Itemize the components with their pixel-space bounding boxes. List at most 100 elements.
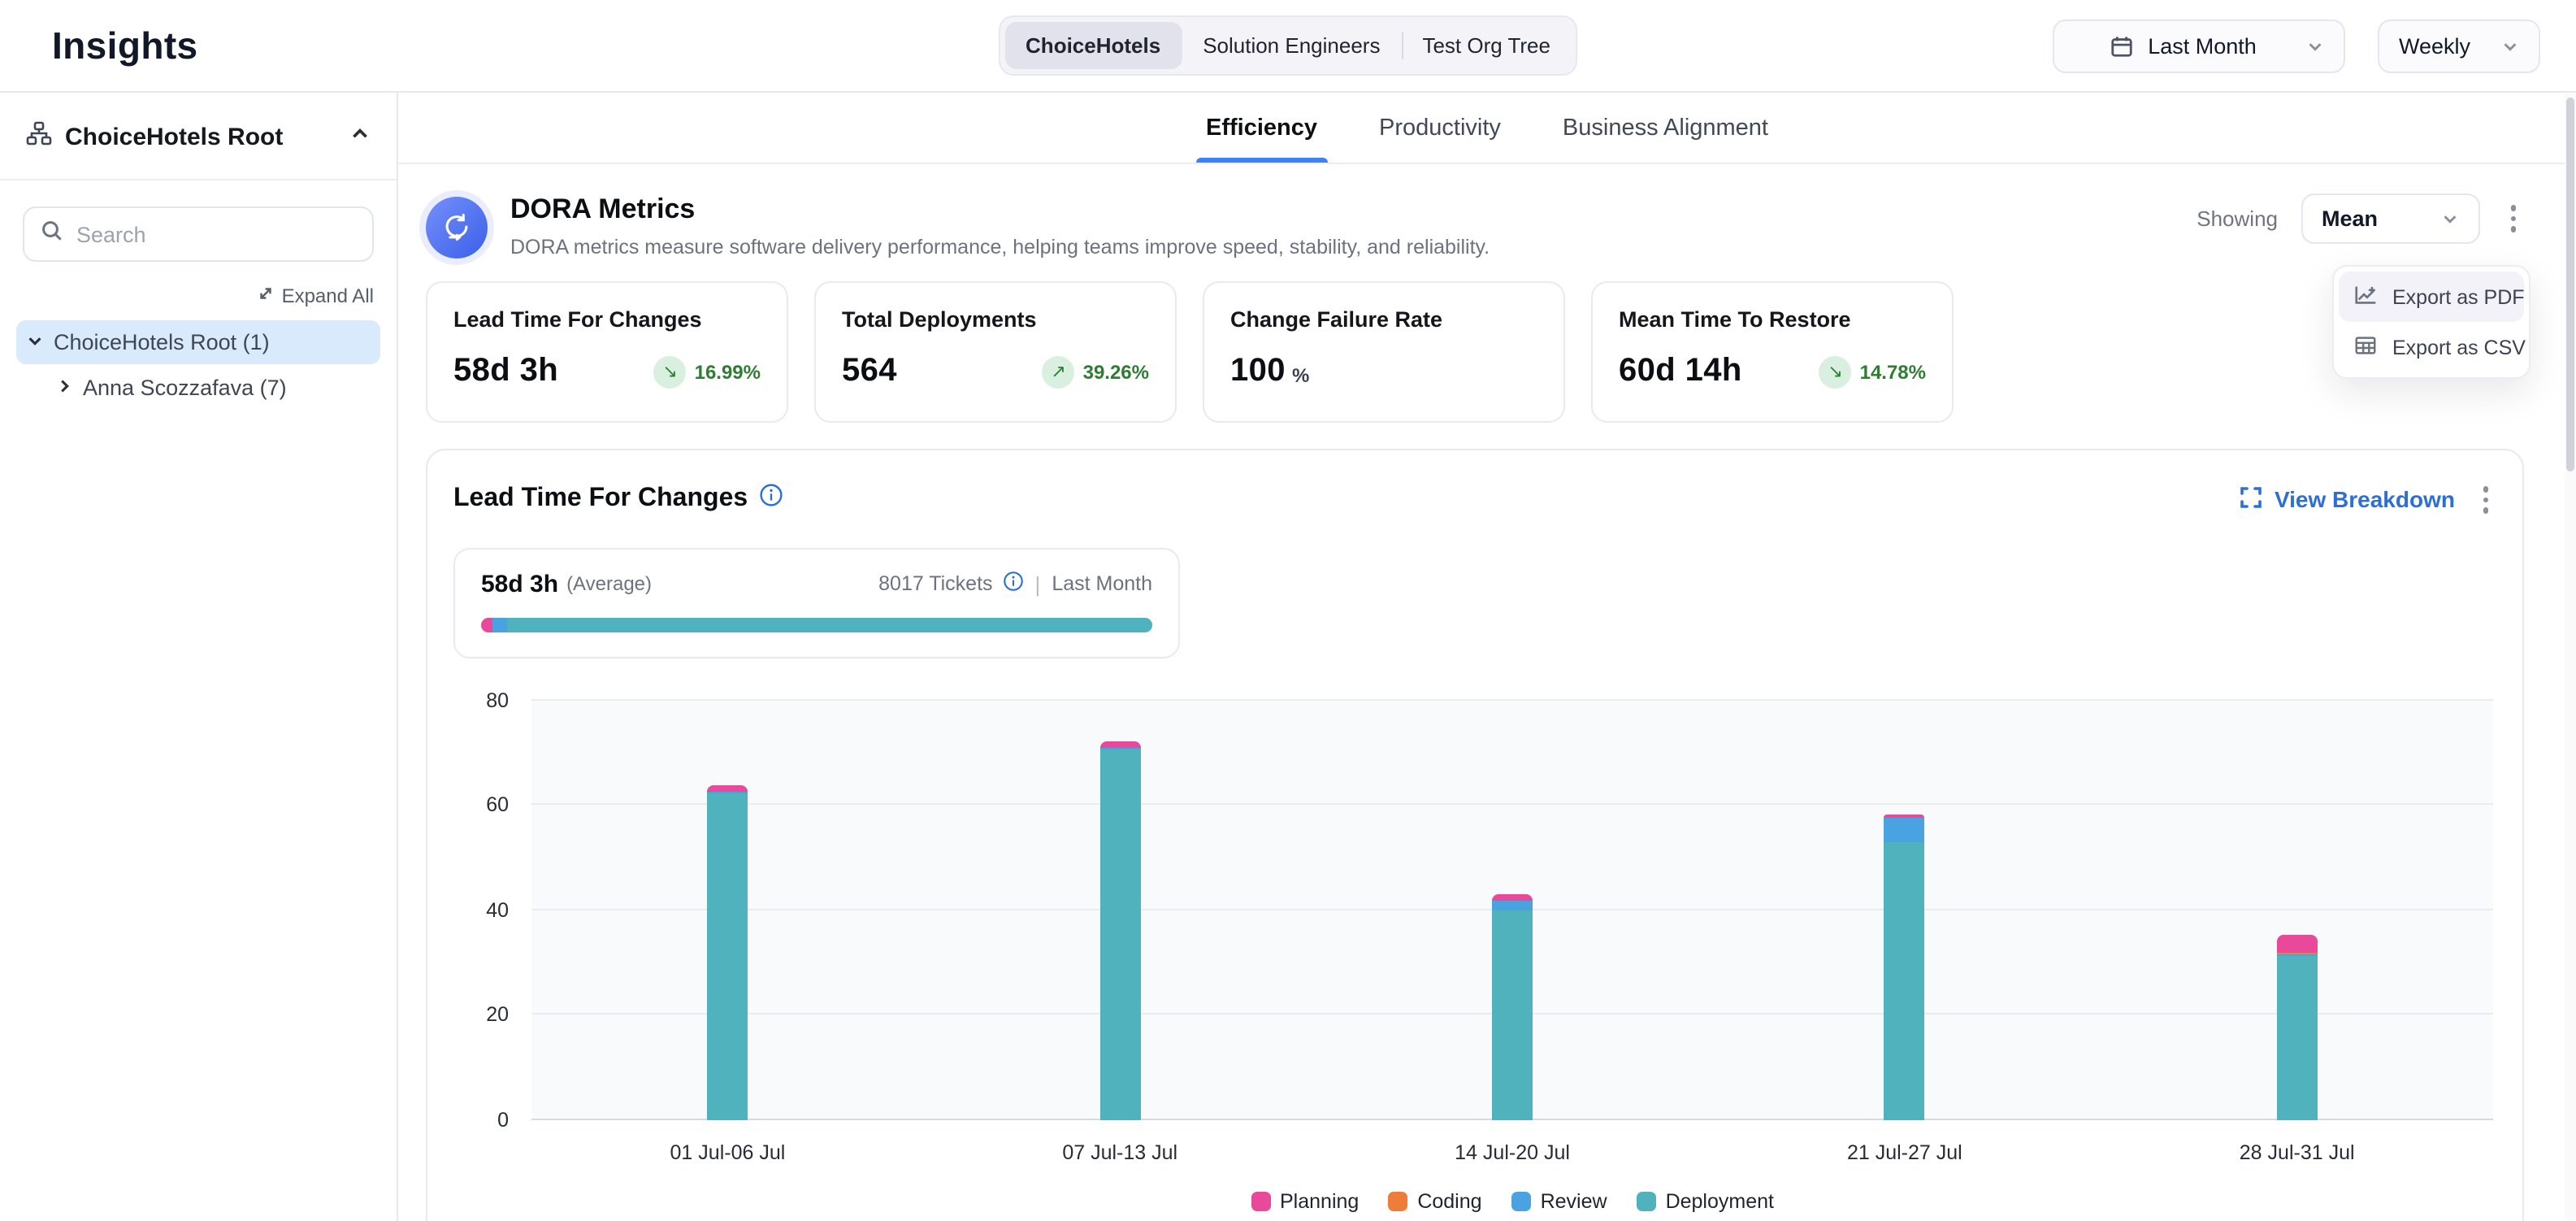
- legend-label: Review: [1541, 1189, 1607, 1212]
- summary-period: Last Month: [1052, 572, 1152, 595]
- metric-card-mean-time-to-restore: Mean Time To Restore 60d 14h ↘ 14.78%: [1591, 281, 1954, 423]
- dora-cycle-icon: [426, 197, 488, 259]
- bar-slot: [2101, 700, 2493, 1119]
- menu-item-export-csv[interactable]: Export as CSV: [2339, 322, 2524, 372]
- stacked-bar[interactable]: [707, 700, 748, 1119]
- metric-card-change-failure-rate: Change Failure Rate 100 %: [1203, 281, 1565, 423]
- tab-efficiency[interactable]: Efficiency: [1203, 115, 1321, 163]
- bar-segment-deployment: [1099, 750, 1140, 1119]
- tree-node-root[interactable]: ChoiceHotels Root (1): [16, 320, 380, 364]
- tickets-count: 8017 Tickets: [878, 572, 992, 595]
- collapse-chevron-icon[interactable]: [349, 123, 371, 152]
- section-overflow-menu-button[interactable]: [2474, 476, 2496, 523]
- scrollbar-thumb[interactable]: [2566, 98, 2574, 471]
- bar-segment-review: [1492, 901, 1533, 910]
- lead-time-section: Lead Time For Changes: [426, 449, 2524, 1221]
- aggregation-select[interactable]: Mean: [2301, 193, 2479, 244]
- chart-x-labels: 01 Jul-06 Jul07 Jul-13 Jul14 Jul-20 Jul2…: [531, 1141, 2493, 1163]
- chevron-right-icon[interactable]: [55, 376, 73, 400]
- y-axis-tick: 80: [486, 689, 509, 711]
- granularity-select[interactable]: Weekly: [2378, 19, 2540, 72]
- expand-all-icon: [258, 285, 275, 307]
- tab-productivity[interactable]: Productivity: [1376, 115, 1504, 163]
- y-axis-tick: 40: [486, 898, 509, 921]
- separator: |: [1035, 571, 1041, 596]
- section-title: Lead Time For Changes: [453, 485, 748, 515]
- page-title: Insights: [52, 24, 198, 67]
- org-tab-choicehotels[interactable]: ChoiceHotels: [1004, 22, 1182, 69]
- y-axis-tick: 20: [486, 1003, 509, 1026]
- summary-qualifier: (Average): [566, 572, 652, 595]
- bar-slot: [924, 700, 1316, 1119]
- dora-subtitle: DORA metrics measure software delivery p…: [510, 236, 1490, 259]
- metric-card-title: Total Deployments: [842, 307, 1149, 332]
- tree-node-label: Anna Scozzafava (7): [83, 376, 287, 400]
- metric-card-unit: %: [1292, 363, 1309, 386]
- x-axis-tick: 21 Jul-27 Jul: [1708, 1141, 2101, 1163]
- tree-node-label: ChoiceHotels Root (1): [54, 330, 270, 354]
- org-switcher: ChoiceHotels Solution Engineers Test Org…: [998, 15, 1578, 76]
- dora-header: DORA Metrics DORA metrics measure softwa…: [426, 193, 2524, 259]
- lead-time-chart: 020406080 01 Jul-06 Jul07 Jul-13 Jul14 J…: [453, 700, 2496, 1212]
- metric-card-value: 60d 14h: [1619, 353, 1742, 390]
- stacked-bar[interactable]: [1099, 700, 1140, 1119]
- trend-down-icon: ↘: [654, 355, 687, 388]
- org-tab-label: Solution Engineers: [1203, 33, 1380, 58]
- calendar-icon: [2109, 33, 2133, 58]
- metric-card-delta: 39.26%: [1083, 360, 1149, 383]
- progress-segment-review: [492, 617, 507, 632]
- metric-card-title: Mean Time To Restore: [1619, 307, 1926, 332]
- table-icon: [2353, 332, 2378, 362]
- bar-segment-planning: [1099, 742, 1140, 749]
- metric-cards: Lead Time For Changes 58d 3h ↘16.99% Tot…: [426, 281, 2524, 423]
- legend-item-review[interactable]: Review: [1511, 1189, 1607, 1212]
- legend-item-planning[interactable]: Planning: [1251, 1189, 1359, 1212]
- chart-legend: Planning Coding Review Deployment: [531, 1189, 2493, 1212]
- chevron-down-icon: [2440, 210, 2458, 228]
- legend-item-deployment[interactable]: Deployment: [1637, 1189, 1774, 1212]
- menu-item-label: Export as CSV: [2392, 336, 2526, 358]
- org-tree-icon: [26, 120, 52, 154]
- info-icon[interactable]: [759, 484, 783, 516]
- y-axis-tick: 0: [497, 1108, 509, 1131]
- org-tab-solution-engineers[interactable]: Solution Engineers: [1182, 22, 1401, 69]
- sidebar-title: ChoiceHotels Root: [65, 124, 336, 151]
- org-tab-label: ChoiceHotels: [1026, 33, 1160, 58]
- progress-segment-deployment: [507, 617, 1152, 632]
- org-tab-test-org-tree[interactable]: Test Org Tree: [1401, 22, 1572, 69]
- legend-swatch: [1637, 1191, 1656, 1210]
- org-tab-label: Test Org Tree: [1422, 33, 1550, 58]
- stacked-bar[interactable]: [1492, 700, 1533, 1119]
- metric-card-title: Change Failure Rate: [1230, 307, 1537, 332]
- page-scrollbar: [2565, 94, 2576, 1221]
- tree-node-child[interactable]: Anna Scozzafava (7): [46, 366, 380, 410]
- tab-business-alignment[interactable]: Business Alignment: [1559, 115, 1772, 163]
- view-breakdown-label: View Breakdown: [2275, 487, 2455, 513]
- metric-card-total-deployments: Total Deployments 564 ↗39.26%: [814, 281, 1177, 423]
- search-input[interactable]: [76, 222, 356, 246]
- bars: [531, 700, 2493, 1119]
- legend-item-coding[interactable]: Coding: [1388, 1189, 1481, 1212]
- org-tree: ChoiceHotels Root (1) Anna Scozzafava (7…: [0, 317, 397, 410]
- stacked-bar[interactable]: [1884, 700, 1925, 1119]
- stacked-bar[interactable]: [2277, 700, 2318, 1119]
- chart-line-icon: [2353, 282, 2378, 311]
- dora-overflow-menu-button[interactable]: [2502, 196, 2524, 242]
- sidebar-header[interactable]: ChoiceHotels Root: [0, 93, 397, 180]
- metric-card-delta: 14.78%: [1860, 360, 1926, 383]
- legend-label: Coding: [1417, 1189, 1481, 1212]
- insights-page: Insights ChoiceHotels Solution Engineers…: [0, 0, 2576, 1221]
- trend-down-icon: ↘: [1819, 355, 1852, 388]
- date-range-select[interactable]: Last Month: [2053, 19, 2345, 72]
- metric-card-value: 100: [1230, 353, 1286, 390]
- expand-all-button[interactable]: Expand All: [258, 285, 374, 307]
- info-icon[interactable]: [1003, 571, 1024, 597]
- average-summary-card: 58d 3h (Average) 8017 Tickets | Last Mon…: [453, 547, 1180, 658]
- bar-segment-deployment: [1884, 841, 1925, 1119]
- phase-progress-bar: [481, 617, 1152, 632]
- legend-label: Planning: [1280, 1189, 1359, 1212]
- menu-item-export-pdf[interactable]: Export as PDF: [2339, 272, 2524, 322]
- chevron-down-icon[interactable]: [26, 330, 44, 354]
- view-breakdown-button[interactable]: View Breakdown: [2240, 486, 2455, 514]
- x-axis-tick: 07 Jul-13 Jul: [924, 1141, 1316, 1163]
